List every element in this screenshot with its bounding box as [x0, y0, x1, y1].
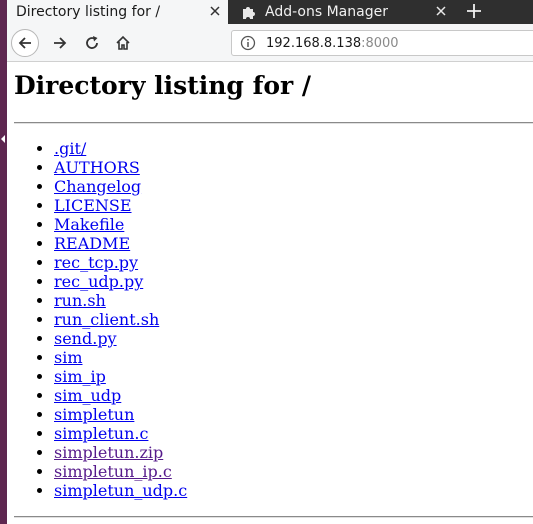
list-item: .git/ — [54, 139, 187, 158]
list-item: simpletun_ip.c — [54, 462, 187, 481]
desktop-launcher-strip — [0, 0, 7, 524]
close-icon[interactable] — [208, 4, 222, 18]
file-link[interactable]: send.py — [54, 329, 117, 348]
list-item: rec_tcp.py — [54, 253, 187, 272]
tab-directory-listing[interactable]: Directory listing for / — [7, 0, 228, 24]
file-link[interactable]: rec_udp.py — [54, 272, 143, 291]
navigation-toolbar: 192.168.8.138:8000 — [7, 24, 533, 62]
home-button[interactable] — [109, 29, 137, 57]
list-item: sim_ip — [54, 367, 187, 386]
tab-title: Directory listing for / — [16, 4, 161, 20]
list-item: rec_udp.py — [54, 272, 187, 291]
url-port: :8000 — [361, 35, 399, 51]
back-arrow-icon — [18, 37, 31, 49]
new-tab-button[interactable] — [463, 0, 485, 22]
file-link[interactable]: run_client.sh — [54, 310, 159, 329]
launcher-indicator-icon — [1, 135, 5, 143]
bottom-divider — [14, 516, 533, 518]
list-item: sim — [54, 348, 187, 367]
tab-addons-manager[interactable]: Add-ons Manager — [230, 0, 454, 24]
file-link[interactable]: AUTHORS — [54, 158, 140, 177]
file-link[interactable]: simpletun.c — [54, 424, 148, 443]
address-bar[interactable]: 192.168.8.138:8000 — [231, 30, 533, 56]
close-icon[interactable] — [434, 4, 448, 18]
list-item: LICENSE — [54, 196, 187, 215]
forward-arrow-icon — [54, 37, 67, 49]
file-link[interactable]: run.sh — [54, 291, 106, 310]
back-button[interactable] — [11, 29, 39, 57]
list-item: run_client.sh — [54, 310, 187, 329]
forward-button[interactable] — [46, 29, 74, 57]
list-item: sim_udp — [54, 386, 187, 405]
list-item: simpletun_udp.c — [54, 481, 187, 500]
list-item: Makefile — [54, 215, 187, 234]
page-content: Directory listing for / .git/AUTHORSChan… — [14, 62, 533, 518]
puzzle-icon — [243, 7, 255, 19]
file-link[interactable]: sim — [54, 348, 83, 367]
file-link[interactable]: simpletun.zip — [54, 443, 163, 462]
file-link[interactable]: sim_udp — [54, 386, 121, 405]
tab-strip: Directory listing for / Add-ons Manager — [7, 0, 533, 24]
file-link[interactable]: .git/ — [54, 139, 86, 158]
file-link[interactable]: sim_ip — [54, 367, 106, 386]
file-link[interactable]: simpletun_ip.c — [54, 462, 172, 481]
list-item: Changelog — [54, 177, 187, 196]
list-item: README — [54, 234, 187, 253]
url-host: 192.168.8.138 — [266, 35, 362, 51]
list-item: simpletun.zip — [54, 443, 187, 462]
reload-button[interactable] — [78, 29, 106, 57]
plus-icon — [467, 4, 481, 18]
page-title: Directory listing for / — [14, 71, 312, 100]
file-list: .git/AUTHORSChangelogLICENSEMakefileREAD… — [14, 139, 187, 500]
list-item: simpletun — [54, 405, 187, 424]
list-item: AUTHORS — [54, 158, 187, 177]
tab-title: Add-ons Manager — [265, 4, 388, 20]
file-link[interactable]: simpletun_udp.c — [54, 481, 187, 500]
file-link[interactable]: simpletun — [54, 405, 134, 424]
file-link[interactable]: LICENSE — [54, 196, 132, 215]
info-icon[interactable] — [240, 35, 256, 51]
reload-icon — [86, 36, 98, 49]
list-item: run.sh — [54, 291, 187, 310]
file-link[interactable]: rec_tcp.py — [54, 253, 138, 272]
home-icon — [116, 35, 130, 50]
list-item: send.py — [54, 329, 187, 348]
file-link[interactable]: Changelog — [54, 177, 141, 196]
file-link[interactable]: Makefile — [54, 215, 124, 234]
list-item: simpletun.c — [54, 424, 187, 443]
file-link[interactable]: README — [54, 234, 130, 253]
top-divider — [14, 122, 533, 124]
